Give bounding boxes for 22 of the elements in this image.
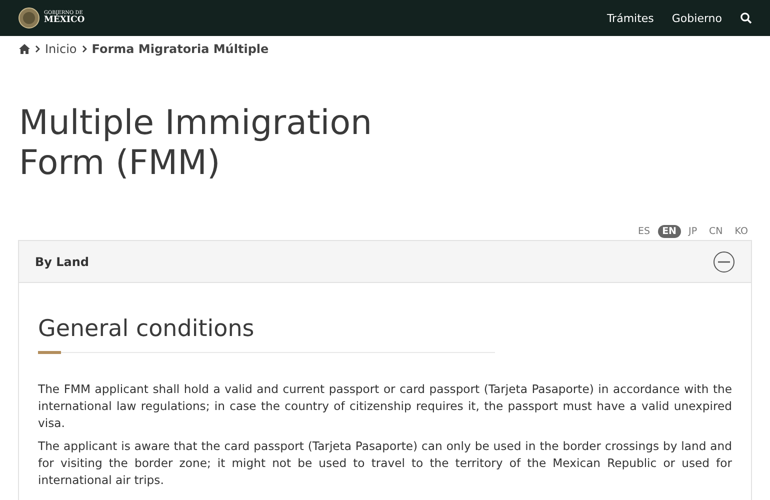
language-tab[interactable]: JP xyxy=(684,225,702,238)
section-heading: General conditions xyxy=(38,316,256,342)
paragraph: The FMM applicant shall hold a valid and current passport or card passport (Tarjeta Pasaporte) in accordance with the international law regulations; in case the country of citizenship requires it, the passport must have a valid unexpired visa. xyxy=(38,381,732,432)
language-tab[interactable]: EN xyxy=(658,225,681,238)
page-title: Multiple Immigration Form (FMM) xyxy=(19,103,374,183)
breadcrumb-link[interactable]: Forma Migratoria Múltiple xyxy=(92,42,269,56)
chevron-icon xyxy=(82,44,87,52)
home-icon[interactable] xyxy=(19,44,30,54)
language-tab[interactable]: KO xyxy=(730,225,752,238)
accordion-title: By Land xyxy=(35,254,90,268)
accordion-header[interactable]: By Land xyxy=(19,241,751,283)
nav-link[interactable]: Gobierno xyxy=(672,12,722,24)
emblem-icon xyxy=(18,7,40,29)
collapse-icon[interactable] xyxy=(713,250,735,272)
search-icon[interactable] xyxy=(740,12,752,24)
nav-link[interactable]: Trámites xyxy=(606,12,654,24)
language-tab[interactable]: ES xyxy=(634,225,654,238)
language-tab[interactable]: CN xyxy=(705,225,727,238)
chevron-icon xyxy=(35,44,40,52)
logo-title: MÉXICO xyxy=(44,16,85,25)
breadcrumb-link[interactable]: Inicio xyxy=(45,42,77,56)
paragraph: The applicant is aware that the card passport (Tarjeta Pasaporte) can only be used in the border crossings by land and for visiting the border zone; it might not be used to travel to the territory of the Mexican Republic or used for international air trips. xyxy=(38,438,732,489)
